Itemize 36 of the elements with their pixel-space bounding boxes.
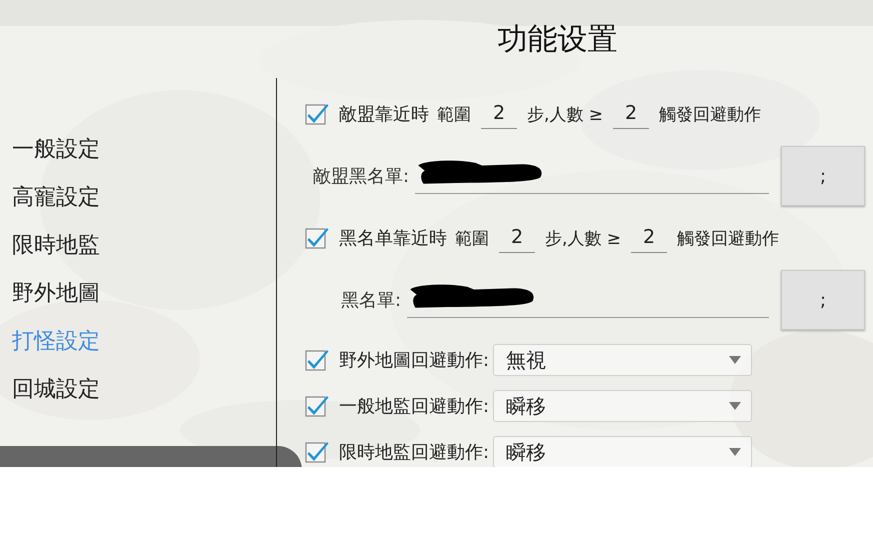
setting-label: 限時地監回避動作: [339,441,490,464]
setting-label: 黑名单靠近時 [339,227,447,250]
checkbox[interactable] [305,348,329,372]
dropdown[interactable]: 瞬移 [493,436,752,467]
checkbox[interactable] [305,440,329,464]
checkbox[interactable] [305,394,329,418]
setting-label: 一般地監回避動作: [339,395,490,418]
range-field[interactable]: 2 [499,223,535,253]
range-label: 範圍 [455,228,489,250]
menu-item[interactable]: 回城設定 [12,366,100,414]
add-button[interactable]: ; [781,146,865,206]
checkbox[interactable] [305,102,329,126]
menu-item[interactable]: 野外地圖 [12,270,100,318]
checkbox[interactable] [305,226,329,250]
setting-label: 野外地圖回避動作: [339,349,490,372]
action-label: 觸發回避動作 [677,228,780,250]
dropdown[interactable]: 瞬移 [493,390,752,422]
menu-item[interactable]: 限時地監 [12,222,100,270]
add-button[interactable]: ; [781,270,865,330]
action-label: 觸發回避動作 [659,104,762,126]
blacklist-label: 黑名單: [341,289,402,312]
count-label: 步,人數 ≥ [545,228,622,250]
caret-icon [729,356,742,364]
range-label: 範圍 [437,104,471,126]
blacklist-label: 敵盟黑名單: [313,165,410,188]
caret-icon [729,448,742,456]
page-title: 功能设置 [498,21,618,59]
caret-icon [729,402,742,410]
setting-label: 敵盟靠近時 [339,103,429,126]
range-field[interactable]: 2 [481,99,517,129]
count-field[interactable]: 2 [631,223,668,253]
menu-item[interactable]: 一般設定 [12,126,100,174]
dropdown[interactable]: 無視 [493,344,752,376]
count-label: 步,人數 ≥ [527,104,604,126]
count-field[interactable]: 2 [613,99,650,129]
menu-item[interactable]: 高寵設定 [12,174,100,222]
